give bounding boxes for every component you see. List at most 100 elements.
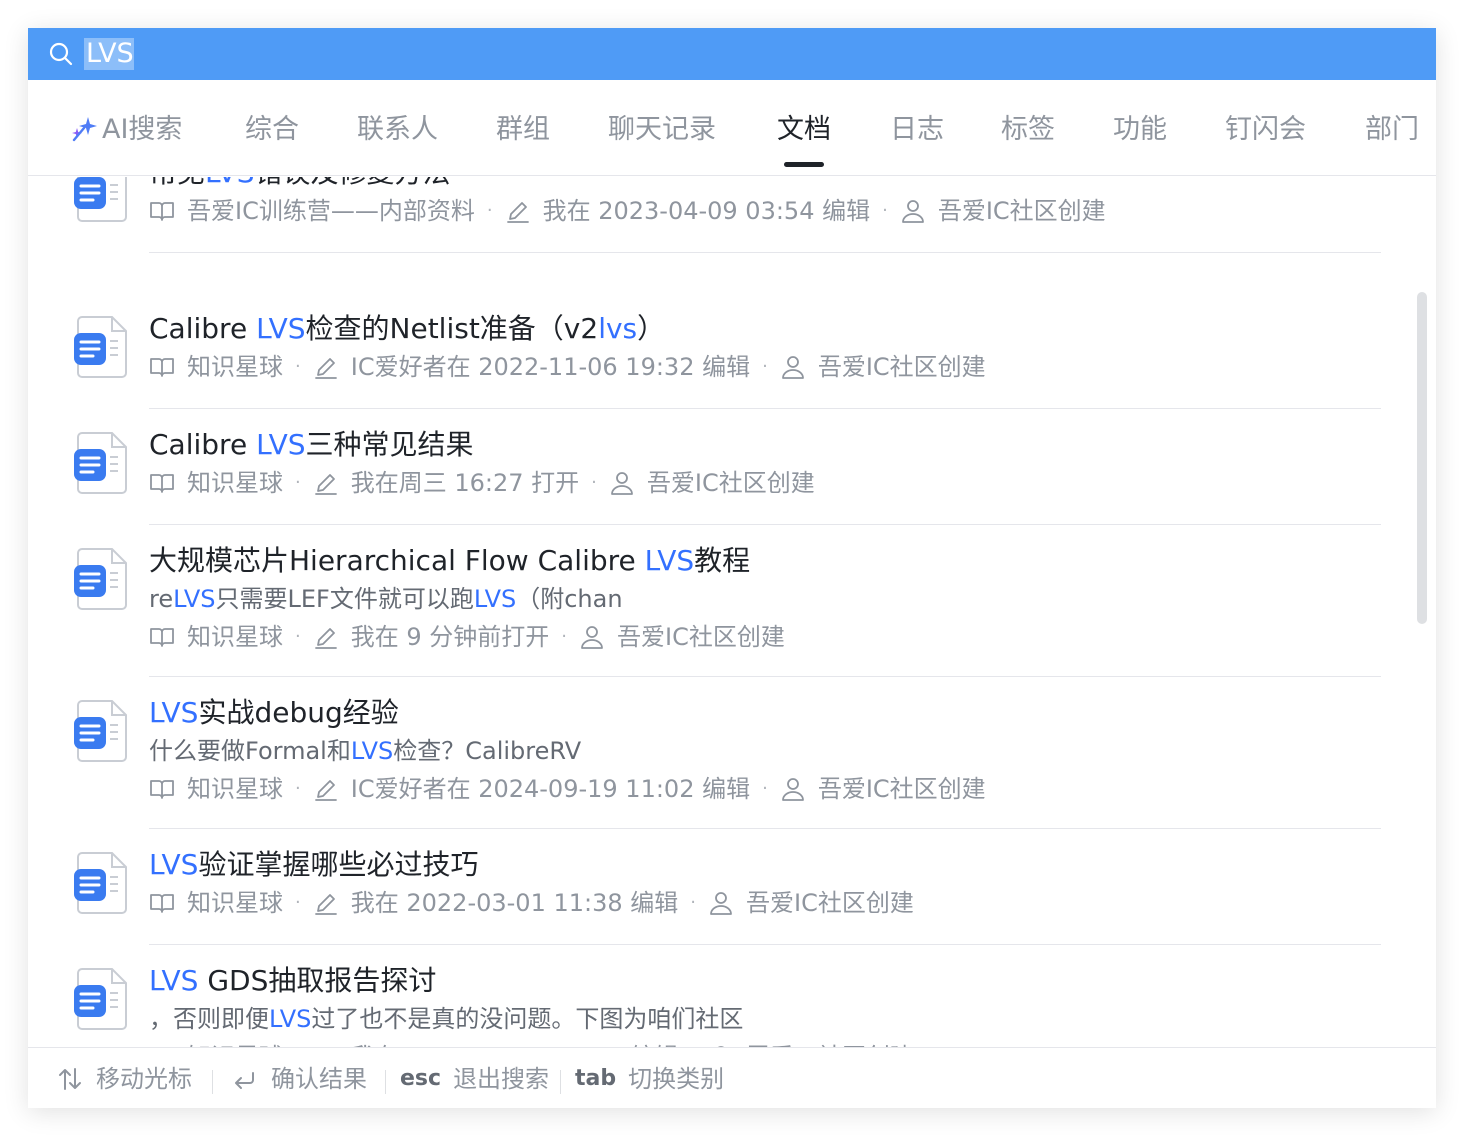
meta-creator-text: 吾爱IC社区创建 [746, 889, 914, 917]
meta-space: 知识星球 [149, 351, 283, 383]
document-icon [72, 431, 128, 495]
meta-space-text: 知识星球 [187, 469, 283, 497]
tab-general[interactable]: 综合 [245, 110, 299, 150]
meta-space-text: 知识星球 [187, 889, 283, 917]
edit-icon [314, 474, 337, 495]
edit-icon [314, 358, 337, 379]
document-icon [72, 547, 128, 611]
text-segment: 大规模芯片Hierarchical Flow Calibre [149, 544, 645, 577]
book-icon [150, 358, 174, 377]
meta-activity: 我在 9 分钟前打开 [313, 621, 550, 653]
result-snippet: 什么要做Formal和LVS检查？CalibreRV [149, 735, 581, 767]
meta-separator: · [591, 472, 597, 493]
tab-logs[interactable]: 日志 [890, 110, 944, 150]
result-snippet: ，否则即便LVS过了也不是真的没问题。下图为咱们社区 [149, 1003, 743, 1035]
book-icon [150, 894, 174, 913]
meta-separator: · [295, 356, 301, 377]
meta-space: 知识星球 [149, 773, 283, 805]
text-segment: 三种常见结果 [305, 428, 474, 461]
meta-creator-text: 吾爱IC社区创建 [817, 775, 986, 803]
result-title: LVS GDS抽取报告探讨 [149, 963, 436, 999]
text-segment: 过了也不是真的没问题。下图为咱们社区 [311, 1005, 744, 1033]
keyword-highlight: LVS [256, 428, 306, 461]
enter-icon [235, 1072, 254, 1089]
text-segment: 检查？CalibreRV [393, 737, 582, 765]
text-segment: re [149, 585, 174, 613]
tab-departments[interactable]: 部门 [1365, 110, 1419, 150]
hint-switch-category: tab 切换类别 [575, 1064, 724, 1094]
tab-ai-search[interactable]: AI搜索 [70, 110, 182, 150]
book-icon [150, 474, 174, 493]
meta-activity-text: 我在 2022-03-01 11:38 编辑 [350, 889, 679, 917]
hint-confirm: 确认结果 [231, 1064, 367, 1094]
meta-creator: 吾爱IC社区创建 [900, 195, 1106, 227]
text-segment: 实战debug经验 [198, 696, 399, 729]
footer-divider [560, 1070, 561, 1094]
tab-groups[interactable]: 群组 [496, 110, 550, 150]
meta-separator: · [295, 778, 301, 799]
tab-contacts[interactable]: 联系人 [357, 110, 438, 150]
meta-space: 知识星球 [149, 887, 283, 919]
search-input[interactable] [84, 36, 1404, 72]
keyword-highlight: lvs [598, 312, 638, 345]
tab-chat-history[interactable]: 聊天记录 [608, 110, 716, 150]
tab-documents[interactable]: 文档 [777, 110, 831, 167]
result-item[interactable]: LVS 实战debug经验什么要做Formal和LVS检查？CalibreRV 知识… [28, 677, 1418, 829]
footer-divider [385, 1070, 386, 1094]
hint-label: 退出搜索 [453, 1065, 550, 1093]
result-meta: 知识星球 · IC爱好者在 2022-11-06 19:32 编辑 · 吾爱IC社区创建 [149, 351, 986, 383]
user-icon [581, 626, 603, 649]
meta-creator-text: 吾爱IC社区创建 [937, 197, 1106, 225]
meta-space: 知识星球 [149, 621, 283, 653]
keyword-highlight: LVS [173, 585, 216, 613]
user-icon [610, 472, 633, 495]
results-list: 常见LVS错误及修复方法吾爱IC训练营——内部资料·我在 2023-04-09 … [28, 177, 1436, 1047]
meta-space-text: 知识星球 [187, 775, 283, 803]
text-segment: GDS抽取报告探讨 [198, 964, 437, 997]
result-item[interactable]: 常见LVS错误及修复方法吾爱IC训练营——内部资料 · 我在 2023-04-09 … [28, 177, 1418, 253]
meta-activity: 我在周三 16:27 打开 [313, 467, 579, 499]
meta-creator: 吾爱IC社区创建 [609, 467, 815, 499]
meta-activity: IC爱好者在 2024-09-19 11:02 编辑 [313, 773, 750, 805]
text-segment: 错误及修复方法 [254, 177, 450, 189]
hint-exit: esc 退出搜索 [400, 1064, 549, 1094]
meta-separator: · [561, 626, 567, 647]
text-segment: 只需要LEF文件就可以跑 [215, 585, 474, 613]
up-down-arrows-icon [59, 1068, 81, 1090]
result-item[interactable]: 大规模芯片Hierarchical Flow Calibre LVS教程 reLV… [28, 525, 1418, 677]
tab-features[interactable]: 功能 [1113, 110, 1167, 150]
keyword-highlight: LVS [350, 737, 394, 765]
tab-flash-meeting[interactable]: 钉闪会 [1225, 110, 1306, 150]
text-segment: ） [637, 312, 666, 345]
meta-separator: · [295, 892, 301, 913]
scrollbar[interactable] [1417, 292, 1427, 624]
result-title: Calibre LVS三种常见结果 [149, 427, 474, 463]
meta-activity-text: 我在周三 16:27 打开 [350, 469, 580, 497]
result-item[interactable]: Calibre LVS三种常见结果 知识星球 · 我在周三 16:27 打开 · 吾爱IC… [28, 409, 1418, 525]
result-item[interactable]: LVS GDS抽取报告探讨，否则即便LVS过了也不是真的没问题。下图为咱们社区知… [28, 945, 1418, 1047]
meta-activity-text: IC爱好者在 2022-11-06 19:32 编辑 [350, 353, 751, 381]
meta-separator: · [295, 472, 301, 493]
edit-icon [506, 202, 529, 223]
tab-tags[interactable]: 标签 [1001, 110, 1055, 150]
result-item[interactable]: LVS验证掌握哪些必过技巧 知识星球 · 我在 2022-03-01 11:38 编辑… [28, 829, 1418, 945]
document-icon [72, 967, 128, 1031]
edit-icon [314, 894, 337, 915]
meta-space: 知识星球 [149, 467, 283, 499]
result-snippet: reLVS只需要LEF文件就可以跑LVS（附chan [149, 583, 623, 615]
meta-separator: · [762, 778, 768, 799]
meta-activity-text: 我在 9 分钟前打开 [350, 623, 550, 651]
meta-separator: · [690, 892, 696, 913]
active-tab-indicator [784, 162, 824, 167]
keyword-highlight: LVS [149, 848, 199, 881]
result-item[interactable]: Calibre LVS检查的Netlist准备（v2lvs） 知识星球 · IC爱好者… [28, 293, 1418, 409]
tab-label: 日志 [890, 114, 944, 145]
document-icon [72, 315, 128, 379]
shortcut-footer: 移动光标 确认结果 esc 退出搜索 tab 切换类别 [28, 1047, 1436, 1108]
hint-label: 确认结果 [271, 1065, 367, 1093]
document-icon [72, 851, 128, 915]
search-bar: LVS [28, 28, 1436, 80]
text-segment: Calibre [149, 428, 257, 461]
result-title: Calibre LVS检查的Netlist准备（v2lvs） [149, 311, 665, 347]
text-segment: 什么要做Formal和 [149, 737, 351, 765]
